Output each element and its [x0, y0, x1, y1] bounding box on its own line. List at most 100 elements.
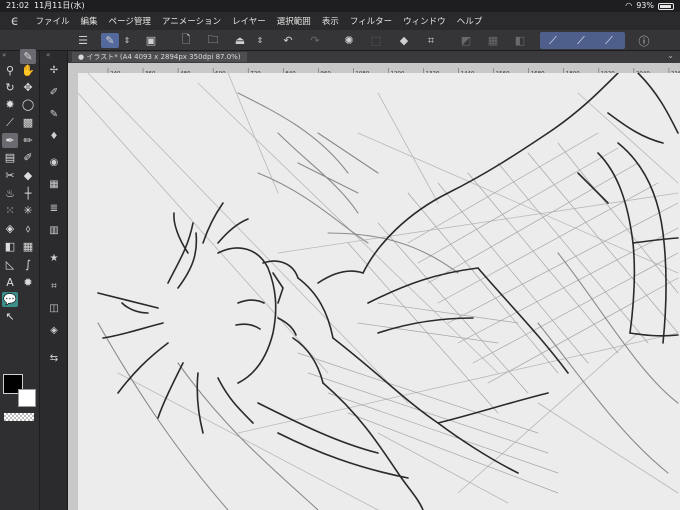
gray-contours	[97, 92, 679, 510]
decoration-icon[interactable]: ✂	[2, 168, 18, 183]
sub-tool-icon[interactable]: ✢	[46, 63, 62, 78]
menu-window[interactable]: ウィンドウ	[398, 15, 452, 27]
wifi-icon: ◠	[625, 1, 633, 10]
snap-special-ruler-icon[interactable]: ⟋	[573, 33, 589, 48]
pencil-icon[interactable]: ✏	[20, 133, 36, 148]
select-icon[interactable]: ▩	[20, 115, 36, 130]
canvas-tab-bar: ● イラスト* (A4 4093 x 2894px 350dpi 87.0%) …	[68, 51, 680, 63]
clear-icon[interactable]: ◩	[458, 33, 474, 48]
figure-icon[interactable]: ◺	[2, 257, 18, 272]
redo-icon[interactable]: ↷	[307, 33, 323, 48]
menu-animation[interactable]: アニメーション	[156, 15, 226, 27]
navigator-icon[interactable]: ◉	[46, 155, 62, 170]
eraser-icon[interactable]: ◆	[20, 168, 36, 183]
sparkle-icon[interactable]: ✳	[20, 203, 36, 218]
menu-filter[interactable]: フィルター	[344, 15, 397, 27]
open-folder-icon[interactable]: 🗀	[205, 33, 221, 48]
horizontal-ruler: 2403604806007208409601080120013201440156…	[78, 63, 680, 73]
rotate-icon[interactable]: ↻	[2, 80, 18, 95]
gradient-icon[interactable]: ◧	[2, 239, 18, 254]
frame-icon[interactable]: ▦	[20, 239, 36, 254]
menu-help[interactable]: ヘルプ	[451, 15, 488, 27]
new-file-icon[interactable]: 🗋	[178, 33, 194, 48]
fill-icon[interactable]: ◈	[2, 221, 18, 236]
studio-mode-icon[interactable]: ▣	[143, 33, 159, 48]
clip-studio-icon[interactable]: ϵ	[0, 14, 30, 29]
chevron-down-icon[interactable]: ⌄	[667, 51, 674, 60]
layers-stack-icon[interactable]: ◈	[46, 323, 62, 338]
animation-icon[interactable]: ◫	[46, 301, 62, 316]
tool-panel: « ✎ ⚲ ✋ ↻ ✥ ✸ ◯ ⟋ ▩ ✒ ✏ ▤ ✐ ✂ ◆ ♨ ┼ ⁙ ✳ …	[0, 49, 40, 510]
line-art	[97, 73, 679, 510]
gpen-icon[interactable]: ✎	[46, 107, 62, 122]
menu-hamburger-icon[interactable]: ☰	[75, 33, 91, 48]
status-date: 11月11日(水)	[34, 1, 85, 10]
sub-tool-panel: « ✢ ✐ ✎ ♦ ◉ ▦ ≣ ▥ ★ ⌗ ◫ ◈ ⇆	[40, 51, 68, 510]
mode-switch-icon[interactable]: ⇕	[122, 33, 132, 48]
fill-bucket-icon[interactable]: ◆	[396, 33, 412, 48]
edit-mode-icon[interactable]: ✎	[101, 33, 119, 48]
menu-bar: ϵ ファイル 編集 ページ管理 アニメーション レイヤー 選択範囲 表示 フィル…	[0, 12, 680, 30]
brush-size-icon[interactable]: ✐	[46, 85, 62, 100]
battery-icon	[658, 2, 674, 10]
balloon-icon[interactable]: 💬	[2, 292, 18, 307]
transform-icon[interactable]: ⬚	[368, 33, 384, 48]
clear-outside-icon[interactable]: ▦	[485, 33, 501, 48]
transparent-color-swatch[interactable]	[4, 413, 34, 421]
airbrush-icon[interactable]: ✐	[20, 150, 36, 165]
sketch-artwork	[78, 73, 679, 510]
material-icon[interactable]: ▥	[46, 223, 62, 238]
menu-edit[interactable]: 編集	[75, 15, 103, 27]
battery-percent: 93%	[636, 1, 654, 10]
hand-icon[interactable]: ✋	[20, 63, 36, 78]
favorite-icon[interactable]: ★	[46, 251, 62, 266]
lasso-icon[interactable]: ◯	[20, 97, 36, 112]
undo-icon[interactable]: ↶	[280, 33, 296, 48]
save-options-icon[interactable]: ⇕	[255, 33, 265, 48]
menu-selection[interactable]: 選択範囲	[271, 15, 316, 27]
layer-property-icon[interactable]: ▦	[46, 177, 62, 192]
blend-sub-icon[interactable]: ┼	[20, 186, 36, 201]
move-icon[interactable]: ✥	[20, 80, 36, 95]
snap-grid-icon[interactable]: ⟋	[601, 33, 617, 48]
drawing-canvas[interactable]	[78, 73, 680, 510]
burst-icon[interactable]: ✹	[20, 275, 36, 290]
menu-view[interactable]: 表示	[316, 15, 344, 27]
menu-page[interactable]: ページ管理	[103, 15, 156, 27]
ios-status-bar: 21:02 11月11日(水) ◠ 93%	[0, 0, 680, 12]
command-bar: ☰ ✎ ⇕ ▣ 🗋 🗀 ⏏ ⇕ ↶ ↷ ✺ ⬚ ◆ ⌗ ◩ ▦ ◧ ⟋ ⟋ ⟋ …	[0, 30, 680, 51]
curve-icon[interactable]: ∫	[20, 257, 36, 272]
dots-icon[interactable]: ⁙	[2, 203, 18, 218]
line-correction-icon[interactable]: ↖	[2, 309, 18, 324]
zoom-icon[interactable]: ⚲	[2, 63, 18, 78]
brush-icon[interactable]: ▤	[2, 150, 18, 165]
fill-selection-icon[interactable]: ◧	[512, 33, 528, 48]
canvas-tab-title: イラスト* (A4 4093 x 2894px 350dpi 87.0%)	[86, 53, 241, 61]
eyedropper-icon[interactable]: ⟋	[2, 115, 18, 130]
stabilize-icon[interactable]: ♦	[46, 129, 62, 144]
status-time: 21:02	[6, 1, 30, 10]
drop-icon[interactable]: ⬨	[20, 221, 36, 236]
menu-file[interactable]: ファイル	[30, 15, 75, 27]
blend-icon[interactable]: ♨	[2, 186, 18, 201]
pen-tool-icon[interactable]: ✒	[2, 133, 18, 148]
auto-action-icon[interactable]: ✺	[341, 33, 357, 48]
status-right: ◠ 93%	[625, 0, 674, 12]
collapse-icon[interactable]: «	[2, 51, 6, 59]
text-icon[interactable]: A	[2, 275, 18, 290]
battery-fill	[660, 4, 672, 8]
menu-layer[interactable]: レイヤー	[227, 15, 272, 27]
search-layer-icon[interactable]: ⌗	[46, 279, 62, 294]
snap-ruler-icon[interactable]: ⟋	[545, 33, 561, 48]
layer-icon[interactable]: ≣	[46, 201, 62, 216]
history-icon[interactable]: ⇆	[46, 351, 62, 366]
pen-icon[interactable]: ✎	[20, 49, 36, 64]
collapse-icon[interactable]: «	[46, 51, 50, 59]
sub-color-swatch[interactable]	[18, 389, 36, 407]
autoselect-icon[interactable]: ✸	[2, 97, 18, 112]
crop-icon[interactable]: ⌗	[423, 33, 439, 48]
help-icon[interactable]: ⓘ	[636, 33, 652, 48]
canvas-tab[interactable]: ● イラスト* (A4 4093 x 2894px 350dpi 87.0%)	[72, 52, 247, 62]
vertical-ruler	[68, 63, 78, 510]
save-icon[interactable]: ⏏	[232, 33, 248, 48]
